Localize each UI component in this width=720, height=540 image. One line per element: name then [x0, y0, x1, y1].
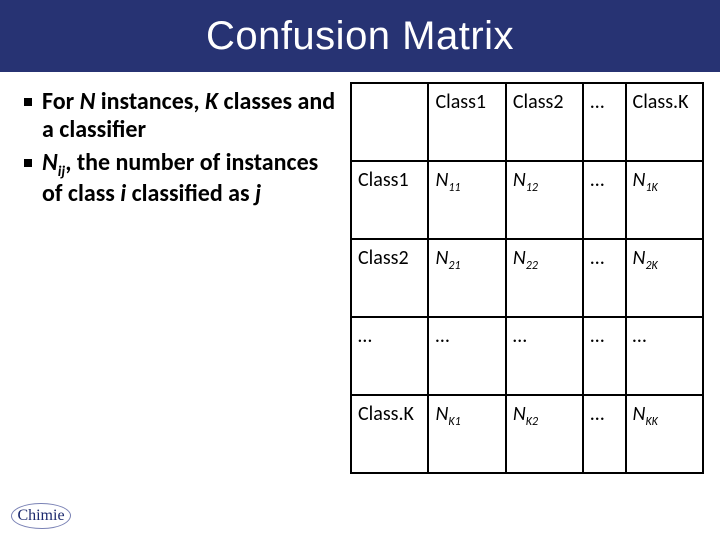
sub: KK	[645, 415, 657, 429]
bullet-2: Nij, the number of instances of class i …	[24, 149, 340, 209]
header-dots: …	[583, 83, 625, 161]
table-row: Class1 N11 N12 … N1K	[351, 161, 703, 239]
cell-dots: …	[583, 317, 625, 395]
header-empty	[351, 83, 428, 161]
table-row: Class.K NK1 NK2 … NKK	[351, 395, 703, 473]
var-N: N	[435, 168, 448, 192]
header-class1: Class1	[428, 83, 505, 161]
sub: 2K	[645, 259, 657, 273]
sub: 1K	[645, 181, 657, 195]
cell-n1k: N1K	[626, 161, 703, 239]
var-j: j	[255, 179, 261, 208]
sub: 12	[526, 181, 538, 195]
sub: 21	[448, 259, 460, 273]
cell-nkk: NKK	[626, 395, 703, 473]
table-row: … … … … …	[351, 317, 703, 395]
content-area: For N instances, K classes and a classif…	[0, 72, 720, 474]
cell-nk1: NK1	[428, 395, 505, 473]
cell-n12: N12	[506, 161, 583, 239]
text: instances,	[95, 87, 205, 116]
confusion-matrix-table: Class1 Class2 … Class.K Class1 N11 N12 ……	[350, 82, 704, 474]
var-N: N	[633, 246, 646, 270]
cell-n2k: N2K	[626, 239, 703, 317]
rowlabel-classK: Class.K	[351, 395, 428, 473]
cell-n21: N21	[428, 239, 505, 317]
text: classified as	[126, 179, 255, 208]
var-K: K	[205, 87, 218, 116]
var-N: N	[633, 168, 646, 192]
var-N: N	[513, 402, 526, 426]
var-N: N	[80, 87, 96, 116]
rowlabel-class1: Class1	[351, 161, 428, 239]
var-N: N	[513, 246, 526, 270]
var-N: N	[435, 402, 448, 426]
var-N: N	[435, 246, 448, 270]
sub: 22	[526, 259, 538, 273]
var-N: N	[633, 402, 646, 426]
cell-n11: N11	[428, 161, 505, 239]
header-class2: Class2	[506, 83, 583, 161]
table-header-row: Class1 Class2 … Class.K	[351, 83, 703, 161]
sub: K1	[448, 415, 460, 429]
var-N: N	[42, 148, 58, 177]
logo-text: Chimie	[17, 507, 64, 525]
cell-dots: …	[428, 317, 505, 395]
cell-dots: …	[583, 239, 625, 317]
rowlabel-class2: Class2	[351, 239, 428, 317]
cell-dots: …	[583, 161, 625, 239]
text: For	[42, 87, 80, 116]
cell-n22: N22	[506, 239, 583, 317]
bullet-1: For N instances, K classes and a classif…	[24, 88, 340, 145]
sub: 11	[448, 181, 460, 195]
bullet-column: For N instances, K classes and a classif…	[10, 82, 350, 474]
footer-logo: Chimie	[6, 498, 76, 534]
table-column: Class1 Class2 … Class.K Class1 N11 N12 ……	[350, 82, 710, 474]
sub: K2	[526, 415, 538, 429]
cell-dots: …	[506, 317, 583, 395]
slide-title: Confusion Matrix	[206, 14, 514, 59]
table-row: Class2 N21 N22 … N2K	[351, 239, 703, 317]
header-classK: Class.K	[626, 83, 703, 161]
bullet-list: For N instances, K classes and a classif…	[24, 88, 340, 208]
var-N: N	[513, 168, 526, 192]
cell-nk2: NK2	[506, 395, 583, 473]
cell-dots: …	[626, 317, 703, 395]
rowlabel-dots: …	[351, 317, 428, 395]
cell-dots: …	[583, 395, 625, 473]
title-band: Confusion Matrix	[0, 0, 720, 72]
